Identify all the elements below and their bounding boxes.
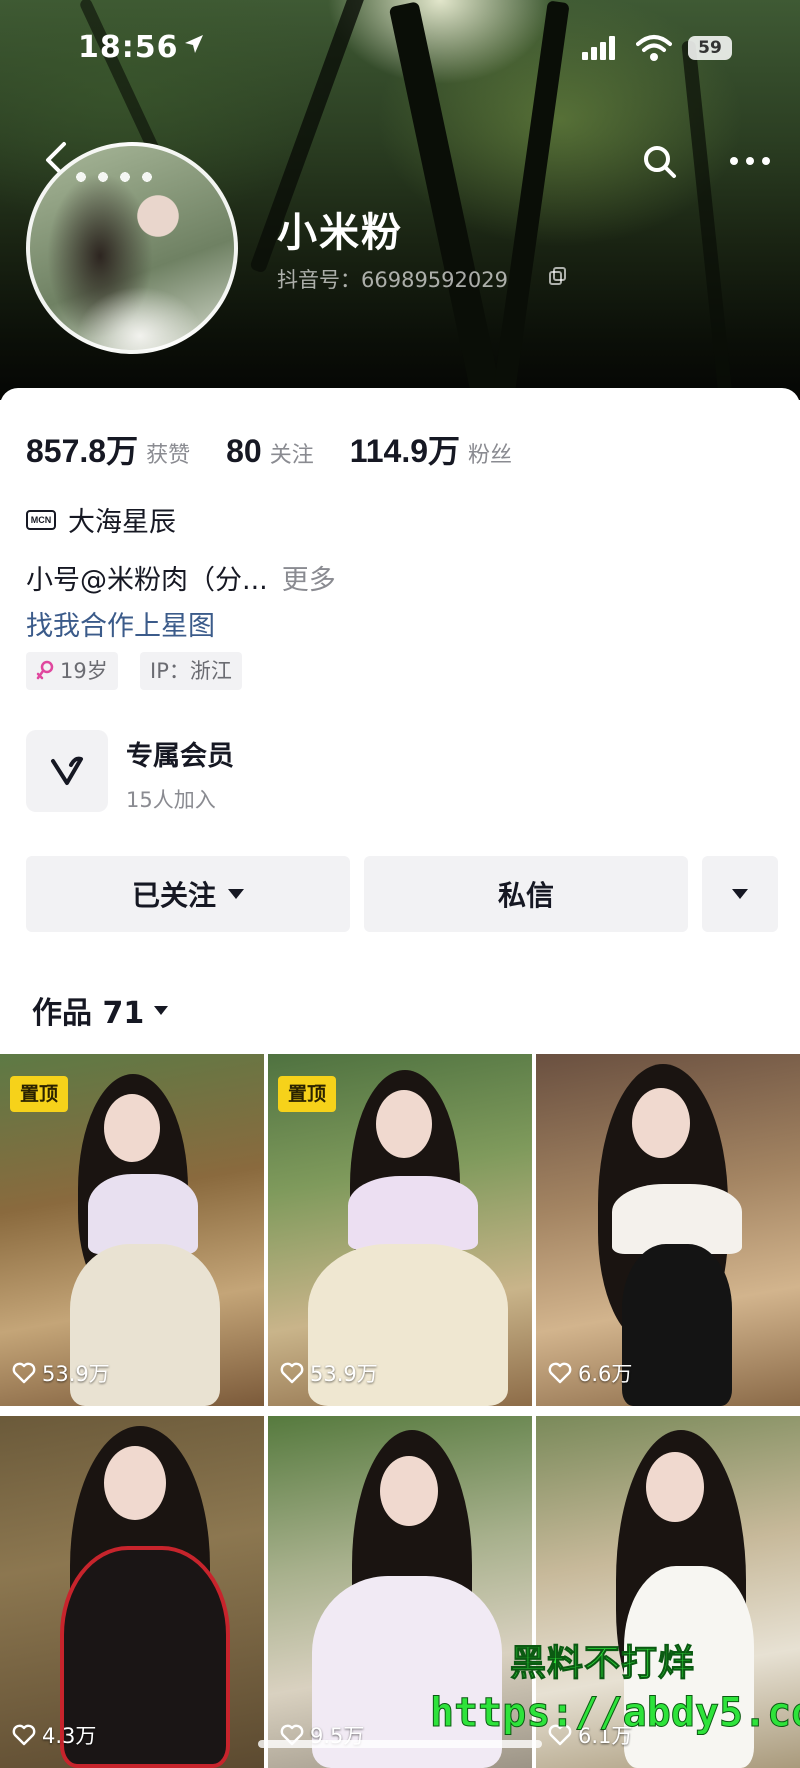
message-label: 私信 [497, 879, 554, 912]
home-indicator[interactable] [258, 1740, 542, 1748]
likes-label: 获赞 [146, 443, 191, 468]
search-icon[interactable] [640, 142, 680, 182]
bio-text: 小号@米粉肉（分... [26, 565, 268, 596]
likes-count: 857.8万 [26, 433, 139, 469]
douyin-id: 抖音号：66989592029 [277, 268, 508, 292]
membership-title[interactable]: 专属会员 [126, 734, 234, 773]
battery-indicator: 59 [688, 36, 732, 60]
watermark-text: 黑料不打烊 [509, 1643, 696, 1685]
pinned-badge: 置顶 [278, 1076, 336, 1112]
copy-icon[interactable] [548, 266, 568, 286]
mcn-row[interactable]: MCN 大海星辰 [26, 500, 176, 539]
work-tile[interactable]: 置顶 53.9万 [268, 1054, 532, 1406]
followers-label[interactable]: 粉丝 [468, 437, 512, 469]
membership-subtitle: 15人加入 [126, 788, 216, 812]
work-tile[interactable]: 4.3万 [0, 1416, 264, 1768]
followed-button[interactable]: 已关注 [26, 856, 350, 932]
watermark-url: https://abdy5.com [429, 1690, 800, 1737]
location-arrow-icon [185, 35, 203, 53]
heart-icon [280, 1362, 304, 1384]
status-time: 18:56 [78, 30, 179, 65]
caret-down-icon [154, 1005, 169, 1015]
likes-count: 53.9万 [12, 1358, 110, 1388]
profile-stats: 857.8万 获赞 80 关注 114.9万 粉丝 [26, 426, 548, 472]
likes-count: 4.3万 [12, 1720, 96, 1750]
mcn-name: 大海星辰 [68, 507, 176, 538]
work-tile[interactable]: 6.6万 [536, 1054, 800, 1406]
female-icon [36, 660, 54, 680]
caret-down-icon [732, 889, 748, 899]
recommend-dropdown-button[interactable] [702, 856, 778, 932]
ip-tag: IP：浙江 [140, 652, 242, 690]
work-tile[interactable]: 置顶 53.9万 [0, 1054, 264, 1406]
more-options-icon[interactable] [726, 146, 774, 176]
following-label[interactable]: 关注 [270, 437, 314, 469]
wifi-icon [636, 35, 672, 61]
works-tab-label: 作品 71 [32, 996, 145, 1031]
heart-icon [12, 1724, 36, 1746]
mcn-badge-icon: MCN [26, 509, 56, 530]
followed-label: 已关注 [131, 879, 216, 912]
heart-icon [12, 1362, 36, 1384]
avatar[interactable] [26, 142, 238, 354]
likes-count: 53.9万 [280, 1358, 378, 1388]
pinned-badge: 置顶 [10, 1076, 68, 1112]
membership-icon-box[interactable] [26, 730, 108, 812]
v-membership-icon [51, 756, 83, 785]
caret-down-icon [228, 889, 244, 899]
ip-text: IP：浙江 [150, 659, 232, 683]
bio-more-link[interactable]: 更多 [282, 565, 336, 596]
bio-text-row: 小号@米粉肉（分... 更多 [26, 558, 336, 597]
profile-nickname: 小米粉 [277, 210, 403, 256]
following-count[interactable]: 80 [226, 433, 262, 470]
message-button[interactable]: 私信 [364, 856, 688, 932]
age-tag: 19岁 [26, 652, 118, 690]
followers-count[interactable]: 114.9万 [350, 426, 460, 472]
age-text: 19岁 [60, 659, 108, 683]
cellular-signal-icon [582, 36, 615, 60]
works-tab[interactable]: 作品 71 [32, 988, 169, 1032]
likes-count: 6.6万 [548, 1358, 632, 1388]
heart-icon [548, 1362, 572, 1384]
star-map-link[interactable]: 找我合作上星图 [26, 604, 215, 643]
